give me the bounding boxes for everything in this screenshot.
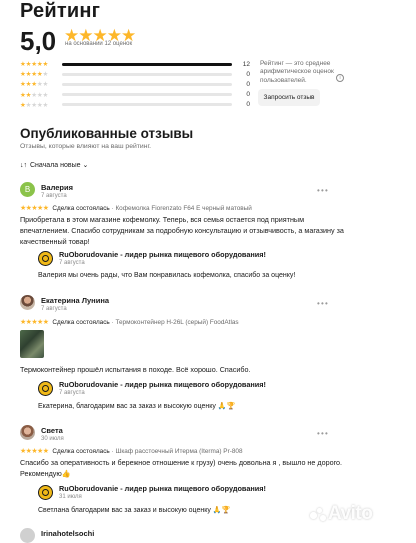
request-review-button[interactable]: Запросить отзыв (258, 89, 320, 106)
review-stars: ★★★★★ (20, 448, 49, 455)
avito-logo-icon (310, 507, 326, 521)
distribution-row-3: ★★★★★ 0 (20, 79, 250, 89)
chevron-down-icon: ⌄ (82, 162, 89, 169)
distribution-bar (62, 103, 232, 107)
reviewer-name[interactable]: Irinahotelsochi (41, 529, 94, 538)
two-stars-icon: ★★★★★ (20, 91, 49, 99)
distribution-row-5: ★★★★★ 12 (20, 59, 250, 69)
review-date: 7 августа (41, 193, 67, 199)
deal-item: · Шкаф расстоечный Итерма (Iterma) Pr-80… (109, 448, 243, 455)
deal-status: Сделка состоялась (52, 319, 110, 326)
shop-reply-name: RuOborudovanie - лидер рынка пищевого об… (59, 250, 266, 259)
rating-score: 5,0 (20, 26, 57, 56)
review-text: Спасибо за оперативность и бережное отно… (20, 458, 343, 478)
distribution-bar (62, 93, 232, 97)
reply-date: 7 августа (59, 260, 85, 266)
distribution-row-2: ★★★★★ 0 (20, 90, 250, 100)
deal-item: · Термоконтейнер H-26L (серый) FoodAtlas (109, 319, 239, 326)
deal-status: Сделка состоялась (52, 448, 110, 455)
more-options-icon[interactable]: • • • (317, 299, 328, 308)
distribution-bar (62, 82, 232, 86)
reviewer-name[interactable]: Света (41, 426, 63, 435)
shop-logo-icon (38, 381, 53, 396)
shop-reply-name: RuOborudovanie - лидер рынка пищевого об… (59, 380, 266, 389)
avatar[interactable]: В (20, 182, 35, 197)
four-stars-icon: ★★★★★ (20, 71, 49, 79)
review-text: Приобретала в этом магазине кофемолку. Т… (20, 215, 344, 246)
distribution-count: 0 (246, 80, 250, 88)
review-date: 7 августа (41, 306, 67, 312)
rating-note: Рейтинг — это среднее арифметическое оце… (260, 60, 334, 84)
shop-logo-icon (38, 485, 53, 500)
distribution-bar (62, 62, 232, 66)
more-options-icon[interactable]: • • • (317, 186, 328, 195)
review-deal: ★★★★★ Сделка состоялась · Кофемолка Fiore… (20, 204, 252, 212)
three-stars-icon: ★★★★★ (20, 81, 49, 89)
more-options-icon[interactable]: • • • (317, 429, 328, 438)
reviewer-name[interactable]: Валерия (41, 183, 73, 192)
reply-text: Екатерина, благодарим вас за заказ и выс… (38, 403, 236, 410)
distribution-fill (62, 62, 232, 66)
published-reviews-subtitle: Отзывы, которые влияют на ваш рейтинг. (20, 143, 151, 150)
distribution-row-1: ★★★★★ 0 (20, 100, 250, 110)
avatar[interactable] (20, 425, 35, 440)
distribution-count: 0 (246, 70, 250, 78)
review-stars: ★★★★★ (20, 205, 49, 212)
rating-title: Рейтинг (20, 0, 101, 22)
published-reviews-title: Опубликованные отзывы (20, 126, 194, 141)
avito-watermark: Avito (310, 503, 373, 525)
review-stars: ★★★★★ (20, 319, 49, 326)
distribution-count: 0 (246, 101, 250, 109)
reviewer-name[interactable]: Екатерина Лунина (41, 296, 109, 305)
rating-distribution: ★★★★★ 12 ★★★★★ 0 ★★★★★ 0 ★★★★★ 0 ★★★★★ 0 (20, 59, 250, 110)
review-photo[interactable] (20, 330, 44, 358)
sort-dropdown[interactable]: ↓↑ Сначала новые ⌄ (20, 161, 88, 169)
reply-text: Валерия мы очень рады, что Вам понравила… (38, 272, 296, 279)
rating-based-on: на основании 12 оценок (65, 41, 133, 47)
review-deal: ★★★★★ Сделка состоялась · Термоконтейнер … (20, 318, 239, 326)
reply-text: Светлана благодарим вас за заказ и высок… (38, 507, 231, 514)
sort-label: Сначала новые (30, 162, 81, 169)
distribution-bar (62, 72, 232, 76)
distribution-row-4: ★★★★★ 0 (20, 69, 250, 79)
deal-item: · Кофемолка Fiorenzato F64 E черный мато… (109, 205, 252, 212)
review-date: 30 июля (41, 436, 64, 442)
avito-wordmark: Avito (328, 503, 373, 524)
one-star-icon: ★★★★★ (20, 101, 49, 109)
deal-status: Сделка состоялась (52, 205, 110, 212)
review-text: Термоконтейнер прошёл испытания в походе… (20, 365, 251, 374)
reply-date: 31 июля (59, 494, 82, 500)
shop-reply-name: RuOborudovanie - лидер рынка пищевого об… (59, 484, 266, 493)
avatar[interactable] (20, 295, 35, 310)
reply-date: 7 августа (59, 390, 85, 396)
sort-icon: ↓↑ (20, 162, 27, 169)
distribution-count: 0 (246, 91, 250, 99)
review-deal: ★★★★★ Сделка состоялась · Шкаф расстоечны… (20, 447, 243, 455)
shop-logo-icon (38, 251, 53, 266)
five-stars-icon: ★★★★★ (20, 61, 49, 69)
distribution-count: 12 (242, 60, 250, 68)
info-icon[interactable]: i (336, 74, 344, 82)
avatar[interactable] (20, 528, 35, 543)
